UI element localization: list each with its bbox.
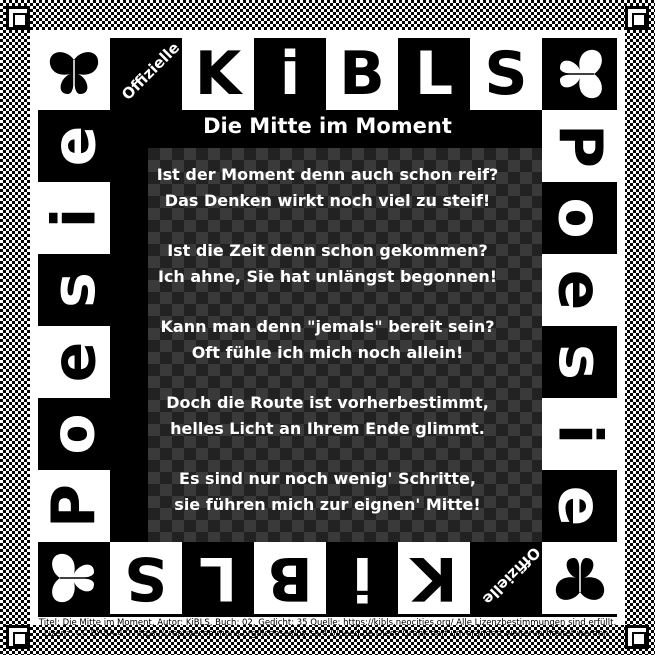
footer-line: Lizenz: CC BY-SA 4.0 https://creativecom… [43,629,612,639]
verse-line: Doch die Route ist vorherbestimmt, [166,393,489,412]
poem: Die Mitte im Moment Ist der Moment denn … [110,114,545,542]
letter-cell: S [110,542,182,614]
verse-line: Ich ahne, Sie hat unlängst begonnen! [157,267,498,286]
letter: o [544,197,615,239]
stanza: Ist der Moment denn auch schon reif? Das… [110,162,545,214]
verse-line: Kann man denn "jemals" bereit sein? [160,317,495,336]
letter: i [279,39,301,109]
letter-cell: s [542,326,617,398]
letter-cell: e [542,254,617,326]
butterfly-cell-bottom-right [542,542,617,614]
letter: e [38,125,109,167]
poem-title: Die Mitte im Moment [203,114,452,138]
stanza: Ist die Zeit denn schon gekommen? Ich ah… [110,238,545,290]
letter: P [38,484,109,528]
corner-ornament-bottom-right [625,625,649,649]
letter: i [38,207,109,229]
footer-line: Titel: Die Mitte im Moment, Autor: KiBLS… [38,618,617,628]
letter-cell: S [470,38,542,110]
letter: B [267,543,313,613]
verse-line: Ist die Zeit denn schon gekommen? [167,241,488,260]
letter-cell: o [38,398,110,470]
stanza: Es sind nur noch wenig' Schritte, sie fü… [110,466,545,518]
letter-cell: i [254,38,326,110]
offizielle-cell-top: Offizielle [110,38,182,110]
stanza: Doch die Route ist vorherbestimmt, helle… [110,390,545,442]
letter-cell: o [542,182,617,254]
letter: e [544,269,615,311]
corner-ornament-top-left [6,6,30,30]
letter-cell: i [542,398,617,470]
letter-cell: i [326,542,398,614]
butterfly-cell-top-right [542,38,617,110]
letter-cell: K [182,38,254,110]
letter-cell: B [326,38,398,110]
corner-ornament-bottom-left [6,625,30,649]
letter-cell: s [38,254,110,326]
letter: s [544,344,615,380]
letter: L [198,543,238,613]
letter: i [544,423,615,445]
letter-cell: K [398,542,470,614]
butterfly-icon [555,558,604,600]
letter-cell: L [398,38,470,110]
verse-line: sie führen mich zur eignen' Mitte! [174,495,481,514]
butterfly-cell-top-left [38,38,110,110]
verse-line: helles Licht an Ihrem Ende glimmt. [170,419,485,438]
letter: L [414,39,454,109]
letter-cell: e [38,326,110,398]
butterfly-icon [52,553,94,603]
offizielle-cell-bottom: Offizielle [470,542,542,614]
letter: B [339,39,385,109]
letter: K [410,543,458,613]
corner-ornament-top-right [625,6,649,30]
butterfly-cell-bottom-left [38,542,110,614]
letter: e [544,485,615,527]
letter: i [351,543,373,613]
letter: P [544,124,615,168]
verse-line: Ist der Moment denn auch schon reif? [156,165,499,184]
letter-cell: B [254,542,326,614]
offizielle-label: Offizielle [478,543,542,609]
letter-cell: e [38,110,110,182]
stanza: Kann man denn "jemals" bereit sein? Oft … [110,314,545,366]
poster: Offizielle K i B L S e i s e o P P o e s… [0,0,655,655]
letter: o [38,413,109,455]
verse-line: Das Denken wirkt noch viel zu steif! [164,191,491,210]
letter: s [39,272,109,308]
letter-cell: L [182,542,254,614]
letter: S [484,39,528,109]
butterfly-icon [559,49,602,99]
letter-cell: e [542,470,617,542]
verse-line: Oft fühle ich mich noch allein! [191,343,464,362]
letter: S [124,543,168,613]
letter-cell: P [38,470,110,542]
license-footer: Titel: Die Mitte im Moment, Autor: KiBLS… [30,618,625,640]
letter-cell: i [38,182,110,254]
butterfly-icon [49,52,99,94]
letter: K [194,39,242,109]
letter: e [38,341,109,383]
offizielle-label: Offizielle [118,38,182,104]
verse-line: Es sind nur noch wenig' Schritte, [179,469,476,488]
letter-cell: P [542,110,617,182]
